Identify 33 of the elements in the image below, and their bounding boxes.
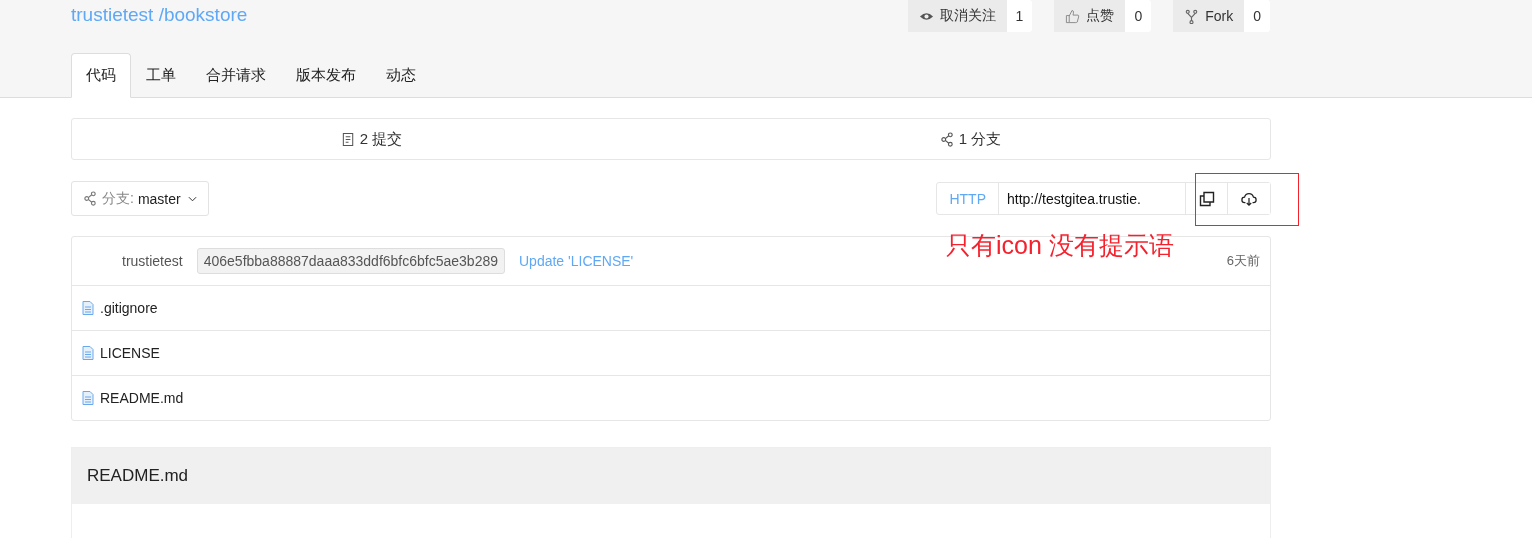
commit-author: trustietest xyxy=(122,253,183,269)
file-link[interactable]: README.md xyxy=(100,390,184,406)
action-count: 0 xyxy=(1125,0,1152,32)
stat-link[interactable]: 1 分支 xyxy=(671,119,1270,159)
nav-tab[interactable]: 工单 xyxy=(131,53,191,97)
action-button[interactable]: 点赞 xyxy=(1054,0,1126,32)
document-icon xyxy=(340,131,356,147)
copy-icon xyxy=(1198,190,1215,207)
stat-link[interactable]: 2 提交 xyxy=(72,119,671,159)
cloud-download-icon xyxy=(1241,190,1257,207)
branch-dropdown[interactable]: 分支: master xyxy=(71,181,209,216)
nav-tab[interactable]: 代码 xyxy=(71,53,131,98)
action-button[interactable]: 取消关注 xyxy=(907,0,1007,32)
commit-sha[interactable]: 406e5fbba88887daaa833ddf6bfc6bfc5ae3b289 xyxy=(196,248,505,274)
thumbs-up-icon xyxy=(1065,8,1081,24)
file-icon xyxy=(82,391,94,405)
nav-tab[interactable]: 合并请求 xyxy=(191,53,281,97)
nav-tab[interactable]: 版本发布 xyxy=(281,53,371,97)
fork-icon xyxy=(1184,8,1200,24)
file-link[interactable]: .gitignore xyxy=(100,300,158,316)
action-button[interactable]: Fork xyxy=(1173,0,1245,32)
file-link[interactable]: LICENSE xyxy=(100,345,160,361)
file-icon xyxy=(82,346,94,360)
readme-title: README.md xyxy=(87,466,189,486)
branch-icon xyxy=(83,191,98,206)
branch-icon xyxy=(939,131,955,147)
commit-time: 6天前 xyxy=(1226,252,1260,270)
annotation-text: 只有icon 没有提示语 xyxy=(946,230,1174,261)
action-count: 0 xyxy=(1244,0,1270,32)
file-icon xyxy=(82,301,94,315)
action-count: 1 xyxy=(1006,0,1033,32)
nav-tab[interactable]: 动态 xyxy=(371,53,431,97)
caret-icon xyxy=(187,195,197,202)
